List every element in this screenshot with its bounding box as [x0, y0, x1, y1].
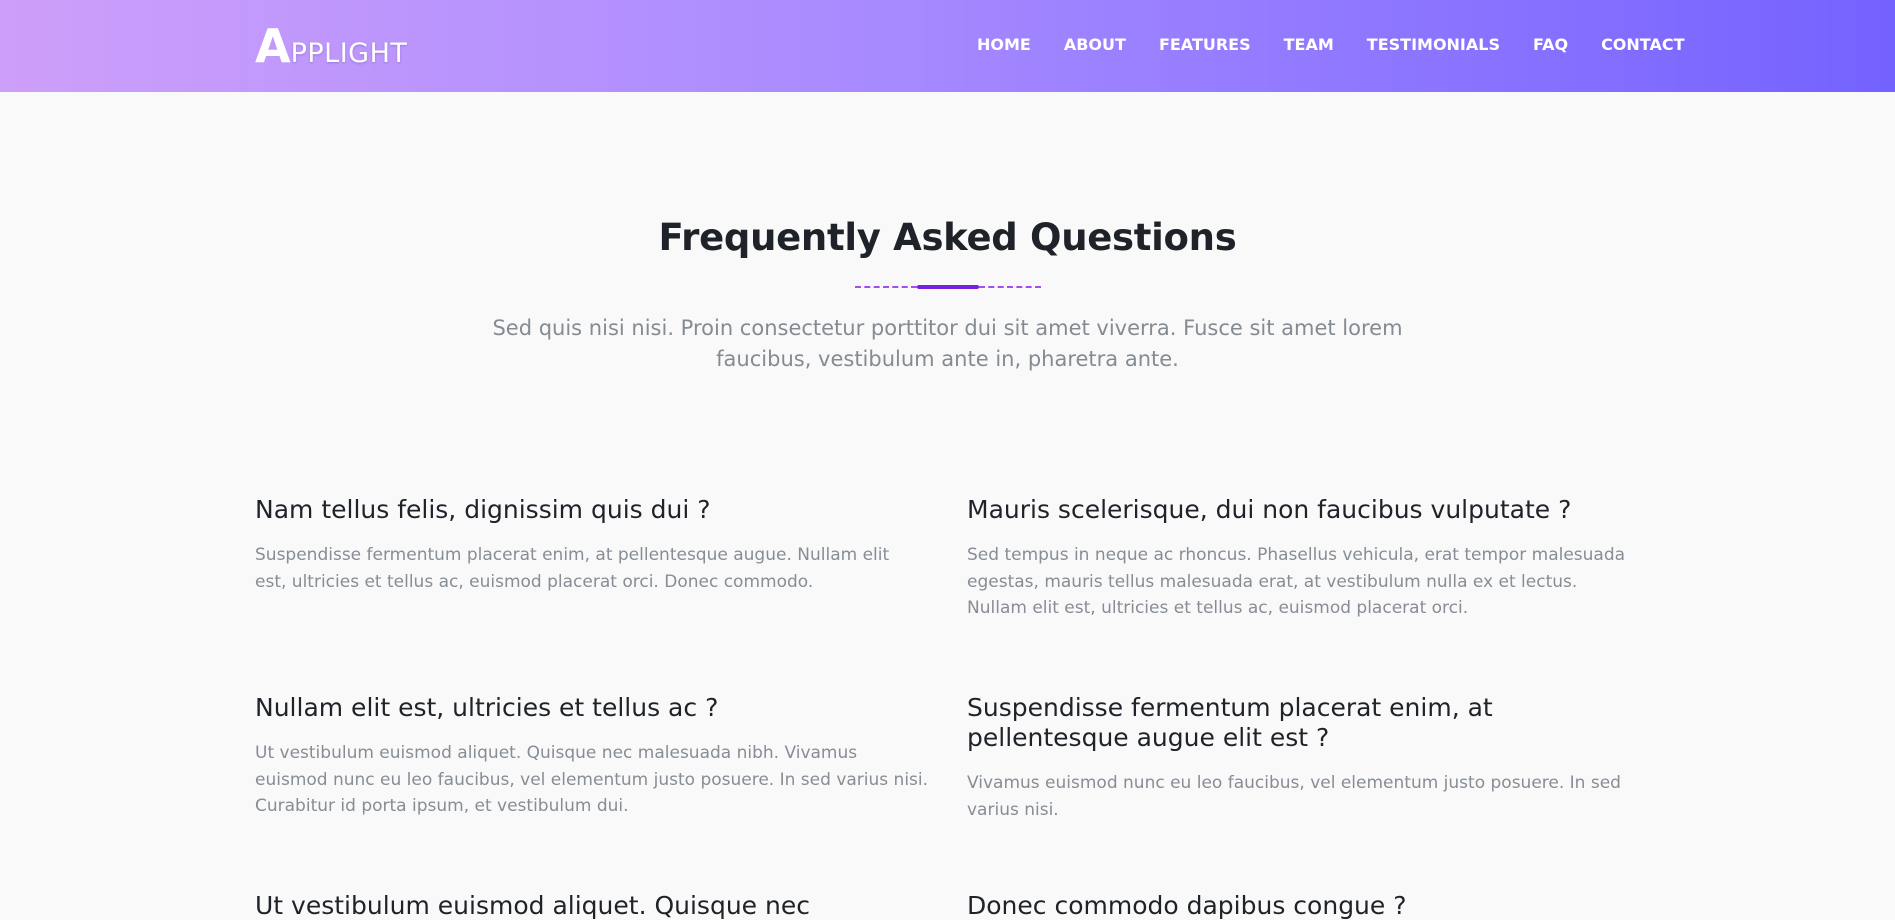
section-title: Frequently Asked Questions	[658, 216, 1237, 259]
subtitle-line: Sed quis nisi nisi. Proin consectetur po…	[492, 316, 1403, 340]
nav-item-faq[interactable]: FAQ	[1533, 34, 1568, 56]
brand-initial: A	[255, 19, 291, 73]
faq-answer: Sed tempus in neque ac rhoncus. Phasellu…	[967, 542, 1640, 622]
nav-item-home[interactable]: HOME	[977, 34, 1031, 56]
navbar: APPLIGHT HOME ABOUT FEATURES TEAM TESTIM…	[0, 0, 1895, 92]
faq-question: Nullam elit est, ultricies et tellus ac …	[255, 693, 719, 722]
nav-item-team[interactable]: TEAM	[1284, 34, 1334, 56]
nav-item-testimonials[interactable]: TESTIMONIALS	[1367, 34, 1500, 56]
nav-item-contact[interactable]: CONTACT	[1601, 34, 1684, 56]
section-subtitle: Sed quis nisi nisi. Proin consectetur po…	[470, 313, 1425, 375]
faq-question: Nam tellus felis, dignissim quis dui ?	[255, 495, 711, 524]
faq-answer-line: est, ultricies et tellus ac, euismod pla…	[255, 571, 814, 592]
faq-item: Nullam elit est, ultricies et tellus ac …	[255, 693, 955, 820]
faq-answer-line: Curabitur id porta ipsum, et vestibulum …	[255, 796, 629, 816]
faq-item: Donec commodo dapibus congue ?	[967, 891, 1640, 920]
divider-dash-right	[979, 286, 1041, 288]
faq-answer-line: Suspendisse fermentum placerat enim, at …	[255, 545, 890, 565]
faq-answer-line: Sed tempus in neque ac rhoncus. Phasellu…	[967, 545, 1626, 565]
faq-question: Suspendisse fermentum placerat enim, at …	[967, 693, 1640, 753]
faq-question: Ut vestibulum euismod aliquet. Quisque n…	[255, 891, 810, 920]
faq-answer: Suspendisse fermentum placerat enim, at …	[255, 542, 955, 595]
faq-question-line: pellentesque augue elit est ?	[967, 723, 1330, 752]
nav-item-features[interactable]: FEATURES	[1159, 34, 1251, 56]
title-divider	[853, 284, 1043, 290]
faq-grid: Nam tellus felis, dignissim quis dui ? S…	[255, 495, 1640, 920]
faq-question-line: Suspendisse fermentum placerat enim, at	[967, 693, 1493, 722]
faq-answer-line: euismod nunc eu leo faucibus, vel elemen…	[255, 769, 929, 790]
faq-answer-line: Ut vestibulum euismod aliquet. Quisque n…	[255, 743, 858, 763]
faq-item: Nam tellus felis, dignissim quis dui ? S…	[255, 495, 955, 595]
faq-answer: Vivamus euismod nunc eu leo faucibus, ve…	[967, 770, 1640, 823]
nav-menu: HOME ABOUT FEATURES TEAM TESTIMONIALS FA…	[977, 34, 1685, 56]
faq-answer-line: egestas, mauris tellus malesuada erat, a…	[967, 571, 1578, 592]
faq-answer-line: varius nisi.	[967, 799, 1059, 820]
faq-item: Mauris scelerisque, dui non faucibus vul…	[967, 495, 1640, 622]
faq-item: Ut vestibulum euismod aliquet. Quisque n…	[255, 891, 955, 920]
faq-answer: Ut vestibulum euismod aliquet. Quisque n…	[255, 740, 955, 820]
divider-accent	[917, 285, 979, 289]
faq-question: Donec commodo dapibus congue ?	[967, 891, 1407, 920]
nav-item-about[interactable]: ABOUT	[1064, 34, 1126, 56]
divider-dash-left	[855, 286, 917, 288]
faq-question: Mauris scelerisque, dui non faucibus vul…	[967, 495, 1572, 524]
faq-answer-line: Nullam elit est, ultricies et tellus ac,…	[967, 598, 1469, 618]
faq-item: Suspendisse fermentum placerat enim, at …	[967, 693, 1640, 823]
faq-answer-line: Vivamus euismod nunc eu leo faucibus, ve…	[967, 773, 1621, 793]
brand-logo[interactable]: APPLIGHT	[255, 22, 407, 70]
subtitle-line: faucibus, vestibulum ante in, pharetra a…	[716, 347, 1179, 371]
brand-name: PPLIGHT	[290, 38, 408, 69]
